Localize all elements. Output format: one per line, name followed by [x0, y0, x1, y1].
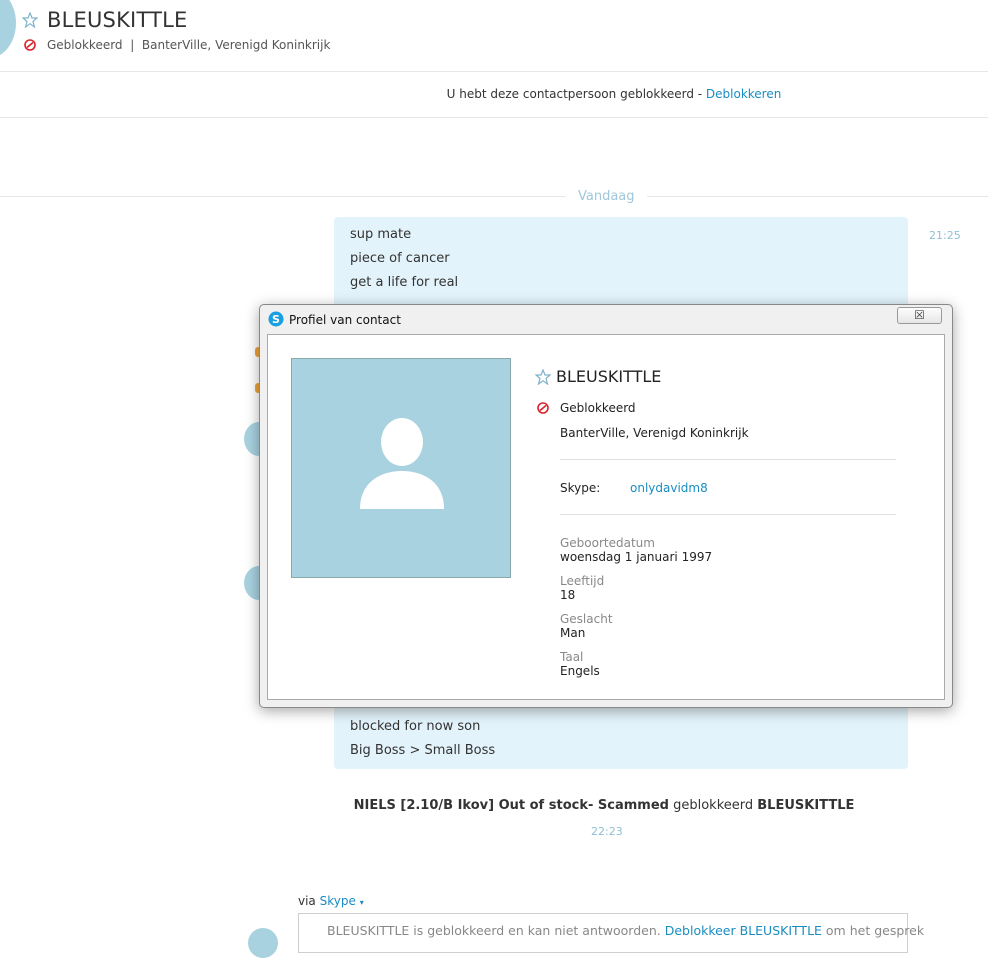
profile-name: BLEUSKITTLE [556, 367, 662, 386]
message-text: blocked for now son [350, 719, 481, 734]
message-text: piece of cancer [350, 251, 450, 266]
system-action: geblokkeerd [668, 798, 758, 813]
message-text: Big Boss > Small Boss [350, 743, 496, 758]
profile-status: Geblokkeerd [560, 401, 636, 415]
close-icon: ☒ [914, 308, 925, 322]
close-button[interactable]: ☒ [897, 307, 942, 324]
profile-location: BanterVille, Verenigd Koninkrijk [560, 426, 749, 440]
person-silhouette-icon [360, 418, 444, 509]
blocked-icon [537, 402, 549, 414]
notice-divider [0, 117, 988, 118]
unblock-contact-link[interactable]: Deblokkeer BLEUSKITTLE [665, 923, 822, 938]
skype-logo-icon: S [268, 311, 284, 327]
chevron-down-icon: ▾ [359, 898, 364, 907]
language-value: Engels [560, 664, 600, 678]
age-value: 18 [560, 588, 576, 602]
contact-status: Geblokkeerd | BanterVille, Verenigd Koni… [47, 38, 330, 52]
language-label: Taal [560, 650, 584, 664]
via-skype-label: Skype [319, 894, 356, 908]
system-message-time: 22:23 [591, 825, 623, 838]
message-time: 21:25 [929, 229, 961, 242]
message-bubble [334, 700, 908, 769]
favorite-star-icon[interactable] [22, 12, 38, 28]
contact-avatar[interactable] [0, 0, 16, 58]
message-bubble [334, 217, 908, 317]
profile-picture [291, 358, 511, 578]
location-text: BanterVille, Verenigd Koninkrijk [141, 38, 331, 52]
gender-label: Geslacht [560, 612, 613, 626]
header-divider [0, 71, 988, 72]
message-text: sup mate [350, 227, 412, 242]
date-separator-label: Vandaag [566, 189, 647, 204]
blocked-notice: U hebt deze contactpersoon geblokkeerd -… [0, 87, 988, 101]
favorite-star-icon[interactable] [535, 369, 551, 385]
composer-blocked-notice: BLEUSKITTLE is geblokkeerd en kan niet a… [327, 923, 924, 938]
via-skype-dropdown[interactable]: Skype ▾ [320, 894, 364, 908]
profile-divider [560, 514, 896, 515]
birthdate-label: Geboortedatum [560, 536, 655, 550]
contact-name: BLEUSKITTLE [47, 8, 188, 32]
birthdate-value: woensdag 1 januari 1997 [560, 550, 713, 564]
status-separator: | [126, 38, 139, 52]
unblock-link[interactable]: Deblokkeren [706, 87, 781, 101]
profile-divider [560, 459, 896, 460]
own-avatar [248, 928, 278, 958]
skype-id-label: Skype: [560, 481, 601, 495]
contact-profile-dialog: S Profiel van contact ☒ BLEUSKITTLE Gebl… [259, 304, 953, 708]
via-label: via [298, 894, 316, 908]
system-target: BLEUSKITTLE [757, 798, 855, 813]
system-actor: NIELS [2.10/B Ikov] Out of stock- Scamme… [353, 798, 669, 813]
skype-id-value[interactable]: onlydavidm8 [630, 481, 708, 495]
dialog-title: Profiel van contact [289, 313, 401, 327]
profile-panel: BLEUSKITTLE Geblokkeerd BanterVille, Ver… [267, 334, 945, 700]
via-selector: via Skype ▾ [298, 894, 364, 908]
gender-value: Man [560, 626, 586, 640]
blocked-icon [24, 39, 36, 51]
date-separator-line [0, 196, 988, 197]
age-label: Leeftijd [560, 574, 605, 588]
status-text: Geblokkeerd [47, 38, 123, 52]
composer-text-2: om het gesprek [821, 923, 925, 938]
svg-text:S: S [272, 313, 280, 326]
blocked-notice-text: U hebt deze contactpersoon geblokkeerd - [446, 87, 706, 101]
composer-text-1: BLEUSKITTLE is geblokkeerd en kan niet a… [327, 923, 665, 938]
system-message: NIELS [2.10/B Ikov] Out of stock- Scamme… [0, 798, 988, 813]
message-text: get a life for real [350, 275, 459, 290]
